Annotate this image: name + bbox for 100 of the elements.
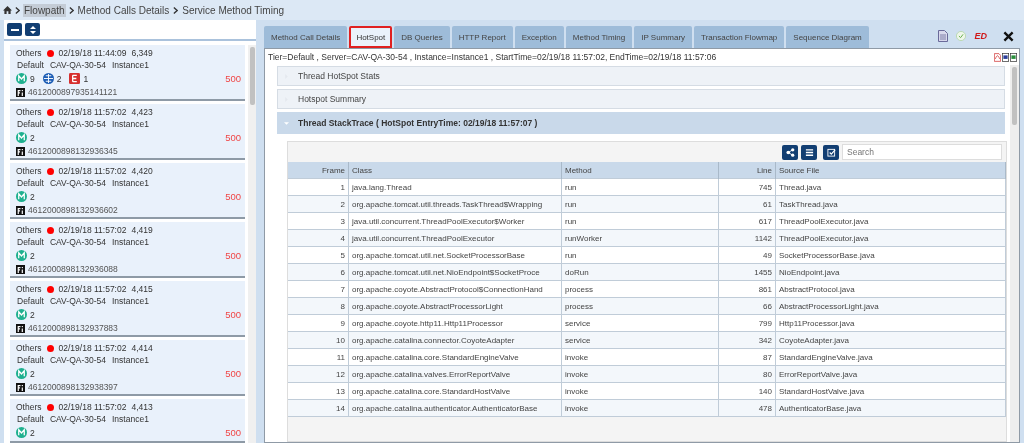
flowpath-icon [16,205,25,215]
category-label: Others [16,343,42,353]
home-icon[interactable] [3,6,12,14]
scrollbar[interactable] [1010,65,1019,442]
category-label: Others [16,284,42,294]
search-field[interactable]: Search [842,144,1002,160]
tab[interactable]: IP Summary [634,26,693,48]
duration-value: 4,414 [131,343,153,353]
breadcrumb-link[interactable]: Method Calls Details [76,3,171,17]
tab[interactable]: Sequence Diagram [786,26,869,48]
share-icon [785,147,795,157]
column-header[interactable]: Frame [288,162,349,179]
flowpath-icon [16,382,25,392]
tab[interactable]: Exception [514,26,564,48]
column-header[interactable]: Class [348,162,562,179]
document-icon[interactable] [938,30,949,42]
status-code: 500 [225,250,241,261]
duration-value: 4,423 [131,107,153,117]
tab[interactable]: Method Timing [565,26,633,48]
method-icon [16,132,27,143]
flowpath-card[interactable]: Others 02/19/18 11:57:02 4,415 Default CAV-QA-30-54 Instance1 2 500 4612000898132937883 [10,281,245,337]
column-header[interactable]: Line [718,162,776,179]
check-circle-icon[interactable] [956,30,967,42]
flowpath-card[interactable]: Others 02/19/18 11:57:02 4,413 Default CAV-QA-30-54 Instance1 2 500 [10,399,245,443]
table-cell: 745 [718,178,776,196]
flowpath-card[interactable]: Others 02/19/18 11:57:02 4,420 Default CAV-QA-30-54 Instance1 2 500 4612000898132936602 [10,163,245,219]
counter-value: 2 [30,250,35,261]
tier-label: Default [17,237,44,247]
flowpath-icon [16,87,25,97]
category-label: Others [16,225,42,235]
timestamp: 02/19/18 11:57:02 [58,107,127,117]
column-header[interactable]: Source File [775,162,1006,179]
duration-value: 4,419 [131,225,153,235]
counter-value: 1 [83,73,89,84]
flowpath-icon [16,146,25,156]
instance-label: Instance1 [112,237,149,247]
word-export-icon[interactable] [1002,52,1009,62]
flowpath-card[interactable]: Others 02/19/18 11:57:02 4,414 Default CAV-QA-30-54 Instance1 2 500 4612000898132938397 [10,340,245,396]
table-cell: Thread.java [775,178,1006,196]
ed-logo[interactable]: ED [974,31,987,41]
timestamp: 02/19/18 11:57:02 [58,225,127,235]
chevron-icon [15,6,20,14]
category-label: Others [16,402,42,412]
instance-label: Instance1 [112,296,149,306]
method-icon [16,368,27,379]
table-cell: java.lang.Thread [348,178,562,196]
counter-value: 2 [56,73,62,84]
server-label: CAV-QA-30-54 [49,237,106,247]
duration-value: 6,349 [131,48,153,58]
timestamp: 02/19/18 11:44:09 [58,48,127,58]
flowpath-id: 4612000898132937883 [28,323,118,333]
tab[interactable]: DB Queries [394,26,450,48]
category-label: Others [16,166,42,176]
server-label: CAV-QA-30-54 [49,355,106,365]
duration-value: 4,415 [131,284,153,294]
tab[interactable]: HTTP Report [451,26,513,48]
checkbox-button[interactable] [823,144,839,160]
scrollbar[interactable] [248,45,256,443]
counter-value: 2 [30,309,35,320]
expand-button[interactable] [25,23,40,36]
instance-label: Instance1 [112,178,149,188]
breadcrumb-link[interactable]: Service Method Timing [181,3,285,17]
tier-label: Default [17,355,44,365]
method-icon [16,191,27,202]
flowpath-id: 4612000898132936345 [28,146,118,156]
tier-label: Default [17,119,44,129]
instance-label: Instance1 [112,355,149,365]
counter-value: 9 [30,73,35,84]
share-button[interactable] [782,144,798,160]
flowpath-card[interactable]: Others 02/19/18 11:44:09 6,349 Default CAV-QA-30-54 Instance1 9 2 1 500 4612000897935141121 [10,45,245,101]
tab[interactable]: Transaction Flowmap [694,26,785,48]
timestamp: 02/19/18 11:57:02 [58,402,127,412]
accordion-header[interactable]: Thread HotSpot Stats [277,66,1005,86]
server-label: CAV-QA-30-54 [49,119,106,129]
server-label: CAV-QA-30-54 [49,414,106,424]
counter-value: 2 [30,132,35,143]
instance-label: Instance1 [112,414,149,424]
flowpath-card[interactable]: Others 02/19/18 11:57:02 4,419 Default CAV-QA-30-54 Instance1 2 500 4612000898132936088 [10,222,245,278]
timestamp: 02/19/18 11:57:02 [58,343,127,353]
tab[interactable]: Method Call Details [264,26,348,48]
collapse-button[interactable] [7,23,22,36]
timestamp: 02/19/18 11:57:02 [58,284,127,294]
columns-button[interactable] [801,144,817,160]
category-label: Others [16,48,42,58]
accordion-header[interactable]: Hotspot Summary [277,89,1005,109]
server-label: CAV-QA-30-54 [49,296,106,306]
close-icon[interactable] [1003,30,1014,42]
breadcrumb-link[interactable]: Flowpath [23,3,66,17]
filter-info: Tier=Default , Server=CAV-QA-30-54 , Instance=Instance1 , StartTime=02/19/18 11:57:02, EndTime=02/19/18 11:57:06 [268,52,717,62]
server-label: CAV-QA-30-54 [49,60,106,70]
flowpath-card[interactable]: Others 02/19/18 11:57:02 4,423 Default CAV-QA-30-54 Instance1 2 500 4612000898132936345 [10,104,245,160]
column-header[interactable]: Method [561,162,719,179]
method-icon [16,73,27,84]
counter-value: 2 [30,368,35,379]
accordion-header[interactable]: Thread StackTrace ( HotSpot EntryTime: 02/19/18 11:57:07 ) [277,112,1005,134]
flowpath-id: 4612000898132938397 [28,382,118,392]
tier-label: Default [17,414,44,424]
tab[interactable]: HotSpot [349,26,393,48]
excel-export-icon[interactable] [1010,52,1017,62]
status-code: 500 [225,368,241,379]
